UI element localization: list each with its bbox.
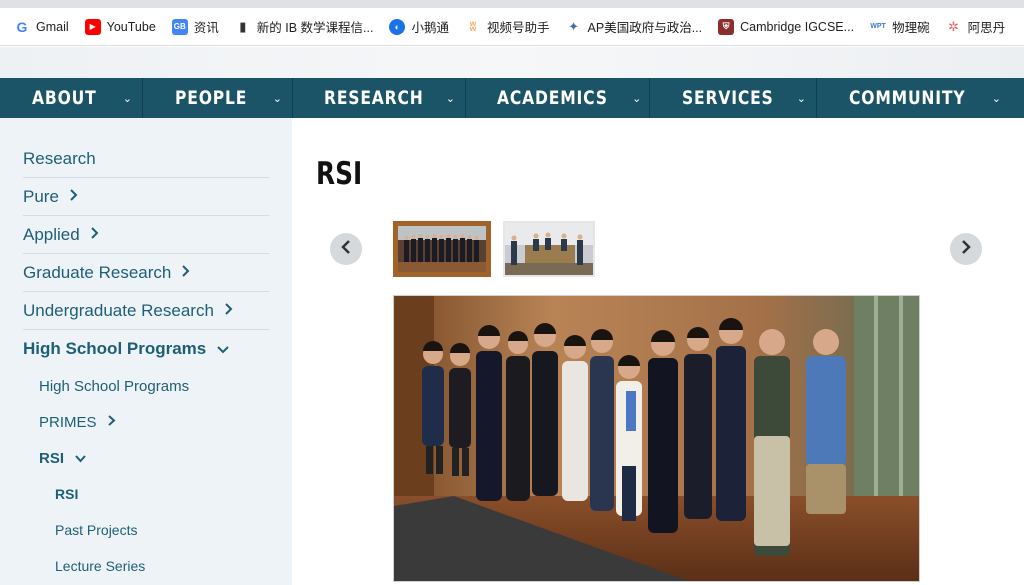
xiaoetong-icon: ◐: [389, 18, 406, 35]
chevron-right-icon: [961, 240, 971, 258]
sidebar-subsubitem-rsi-current[interactable]: RSI: [23, 476, 269, 512]
nav-label: PEOPLE: [175, 87, 248, 109]
bookmark-cambridge[interactable]: ⛨ Cambridge IGCSE...: [718, 18, 855, 35]
nav-people[interactable]: PEOPLE ⌄: [143, 78, 293, 118]
nav-about[interactable]: ABOUT ⌄: [0, 78, 143, 118]
bookmark-ap-gov[interactable]: ✦ AP美国政府与政治...: [566, 17, 703, 36]
bookmark-gmail[interactable]: G Gmail: [14, 19, 69, 35]
page-title: RSI: [316, 156, 363, 192]
bookmark-news[interactable]: GB 资讯: [171, 17, 219, 36]
carousel-thumbnail-2[interactable]: [503, 221, 595, 277]
bookmark-xiaoetong[interactable]: ◐ 小鹅通: [389, 17, 449, 36]
nav-label: ACADEMICS: [497, 87, 608, 109]
sidebar-item-research[interactable]: Research: [23, 140, 269, 178]
bookmark-label: 视频号助手: [487, 21, 550, 35]
chevron-right-icon: [90, 226, 99, 243]
bookmark-label: 小鹅通: [411, 21, 449, 35]
bookmarks-bar: G Gmail ▶ YouTube GB 资讯 ▮ 新的 IB 数学课程信...…: [0, 8, 1024, 46]
bookmark-video-assistant[interactable]: ʬ 视频号助手: [465, 17, 550, 36]
sidebar-subitem-high-school-programs[interactable]: High School Programs: [23, 368, 269, 404]
nav-community[interactable]: COMMUNITY ⌄: [817, 78, 1011, 118]
site-banner: [0, 47, 1024, 78]
bookmark-label: 资讯: [193, 21, 219, 35]
puzzle-icon: ✦: [568, 18, 579, 34]
bookmark-label: 新的 IB 数学课程信...: [256, 21, 374, 35]
pinwheel-icon: ✲: [948, 18, 960, 34]
nav-label: COMMUNITY: [849, 87, 966, 109]
sidebar-item-label: Research: [23, 148, 96, 168]
sidebar-item-label: Graduate Research: [23, 262, 172, 282]
sidebar-item-label: Applied: [23, 224, 80, 244]
nav-label: SERVICES: [682, 87, 774, 109]
sidebar-item-label: Pure: [23, 186, 59, 206]
chevron-right-icon: [181, 264, 190, 281]
sidebar-item-pure[interactable]: Pure: [23, 178, 269, 216]
chevron-down-icon: [216, 341, 230, 357]
sidebar-item-label: PRIMES: [39, 413, 97, 431]
chevron-down-icon: ⌄: [122, 92, 132, 105]
carousel-thumbnail-1[interactable]: [393, 221, 491, 277]
sidebar-item-graduate-research[interactable]: Graduate Research: [23, 254, 269, 292]
bookmark-youtube[interactable]: ▶ YouTube: [84, 18, 156, 35]
sidebar-subitem-rsi[interactable]: RSI: [23, 440, 269, 476]
chevron-down-icon: ⌄: [632, 92, 642, 105]
sidebar-item-label: RSI: [39, 449, 65, 467]
bookmark-label: Cambridge IGCSE...: [740, 19, 855, 34]
chevron-right-icon: [224, 302, 233, 319]
chevron-down-icon: ⌄: [445, 92, 455, 105]
bookmark-label: 阿思丹: [967, 21, 1006, 35]
bookmark-asdan[interactable]: ✲ 阿思丹: [946, 17, 1006, 36]
nav-research[interactable]: RESEARCH ⌄: [293, 78, 466, 118]
nav-label: ABOUT: [32, 87, 97, 109]
browser-tab-strip: [0, 0, 1024, 8]
carousel-next-button[interactable]: [950, 233, 982, 265]
news-icon: GB: [171, 18, 188, 35]
sidebar-subsubitem-past-projects[interactable]: Past Projects: [23, 512, 269, 548]
wpt-icon: WPT: [870, 23, 886, 30]
carousel-prev-button[interactable]: [330, 233, 362, 265]
bookmark-icon: ▮: [239, 18, 247, 34]
sidebar-item-label: High School Programs: [23, 339, 207, 358]
bookmark-label: 物理碗: [892, 21, 930, 35]
thumbnail-image: [398, 226, 486, 272]
gmail-icon: G: [16, 18, 28, 35]
sidebar-item-high-school-programs[interactable]: High School Programs: [23, 330, 269, 368]
bookmark-ib-math[interactable]: ▮ 新的 IB 数学课程信...: [235, 17, 374, 36]
chevron-right-icon: [69, 188, 78, 205]
chevron-left-icon: [341, 240, 351, 258]
chevron-right-icon: [107, 414, 116, 430]
sidebar-menu: Research Pure Applied Graduate Research …: [0, 118, 292, 585]
cambridge-shield-icon: ⛨: [718, 18, 735, 35]
sidebar-item-label: Past Projects: [55, 522, 138, 538]
nav-academics[interactable]: ACADEMICS ⌄: [466, 78, 650, 118]
sidebar-item-label: High School Programs: [39, 377, 190, 395]
sidebar-item-label: RSI: [55, 486, 79, 502]
chevron-down-icon: [74, 451, 87, 466]
sidebar-subsubitem-lecture-series[interactable]: Lecture Series: [23, 548, 269, 584]
thumbnail-image: [505, 223, 593, 275]
chevron-down-icon: ⌄: [991, 92, 1001, 105]
group-photo: [394, 296, 919, 581]
main-navigation: ABOUT ⌄ PEOPLE ⌄ RESEARCH ⌄ ACADEMICS ⌄ …: [0, 78, 1024, 118]
sidebar-item-label: Lecture Series: [55, 558, 146, 574]
bookmark-label: Gmail: [36, 19, 69, 34]
bookmark-label: AP美国政府与政治...: [587, 21, 703, 35]
nav-label: RESEARCH: [324, 87, 424, 109]
sidebar-item-applied[interactable]: Applied: [23, 216, 269, 254]
bookmark-label: YouTube: [106, 19, 156, 34]
bookmark-physics-bowl[interactable]: WPT 物理碗: [870, 17, 930, 36]
chevron-down-icon: ⌄: [796, 92, 806, 105]
carousel-main-image: [393, 295, 920, 582]
sidebar-item-label: Undergraduate Research: [23, 300, 214, 320]
sidebar-item-undergraduate-research[interactable]: Undergraduate Research: [23, 292, 269, 330]
nav-services[interactable]: SERVICES ⌄: [650, 78, 817, 118]
youtube-icon: ▶: [84, 18, 101, 35]
chevron-down-icon: ⌄: [272, 92, 282, 105]
butterfly-icon: ʬ: [469, 19, 477, 34]
sidebar-subitem-primes[interactable]: PRIMES: [23, 404, 269, 440]
